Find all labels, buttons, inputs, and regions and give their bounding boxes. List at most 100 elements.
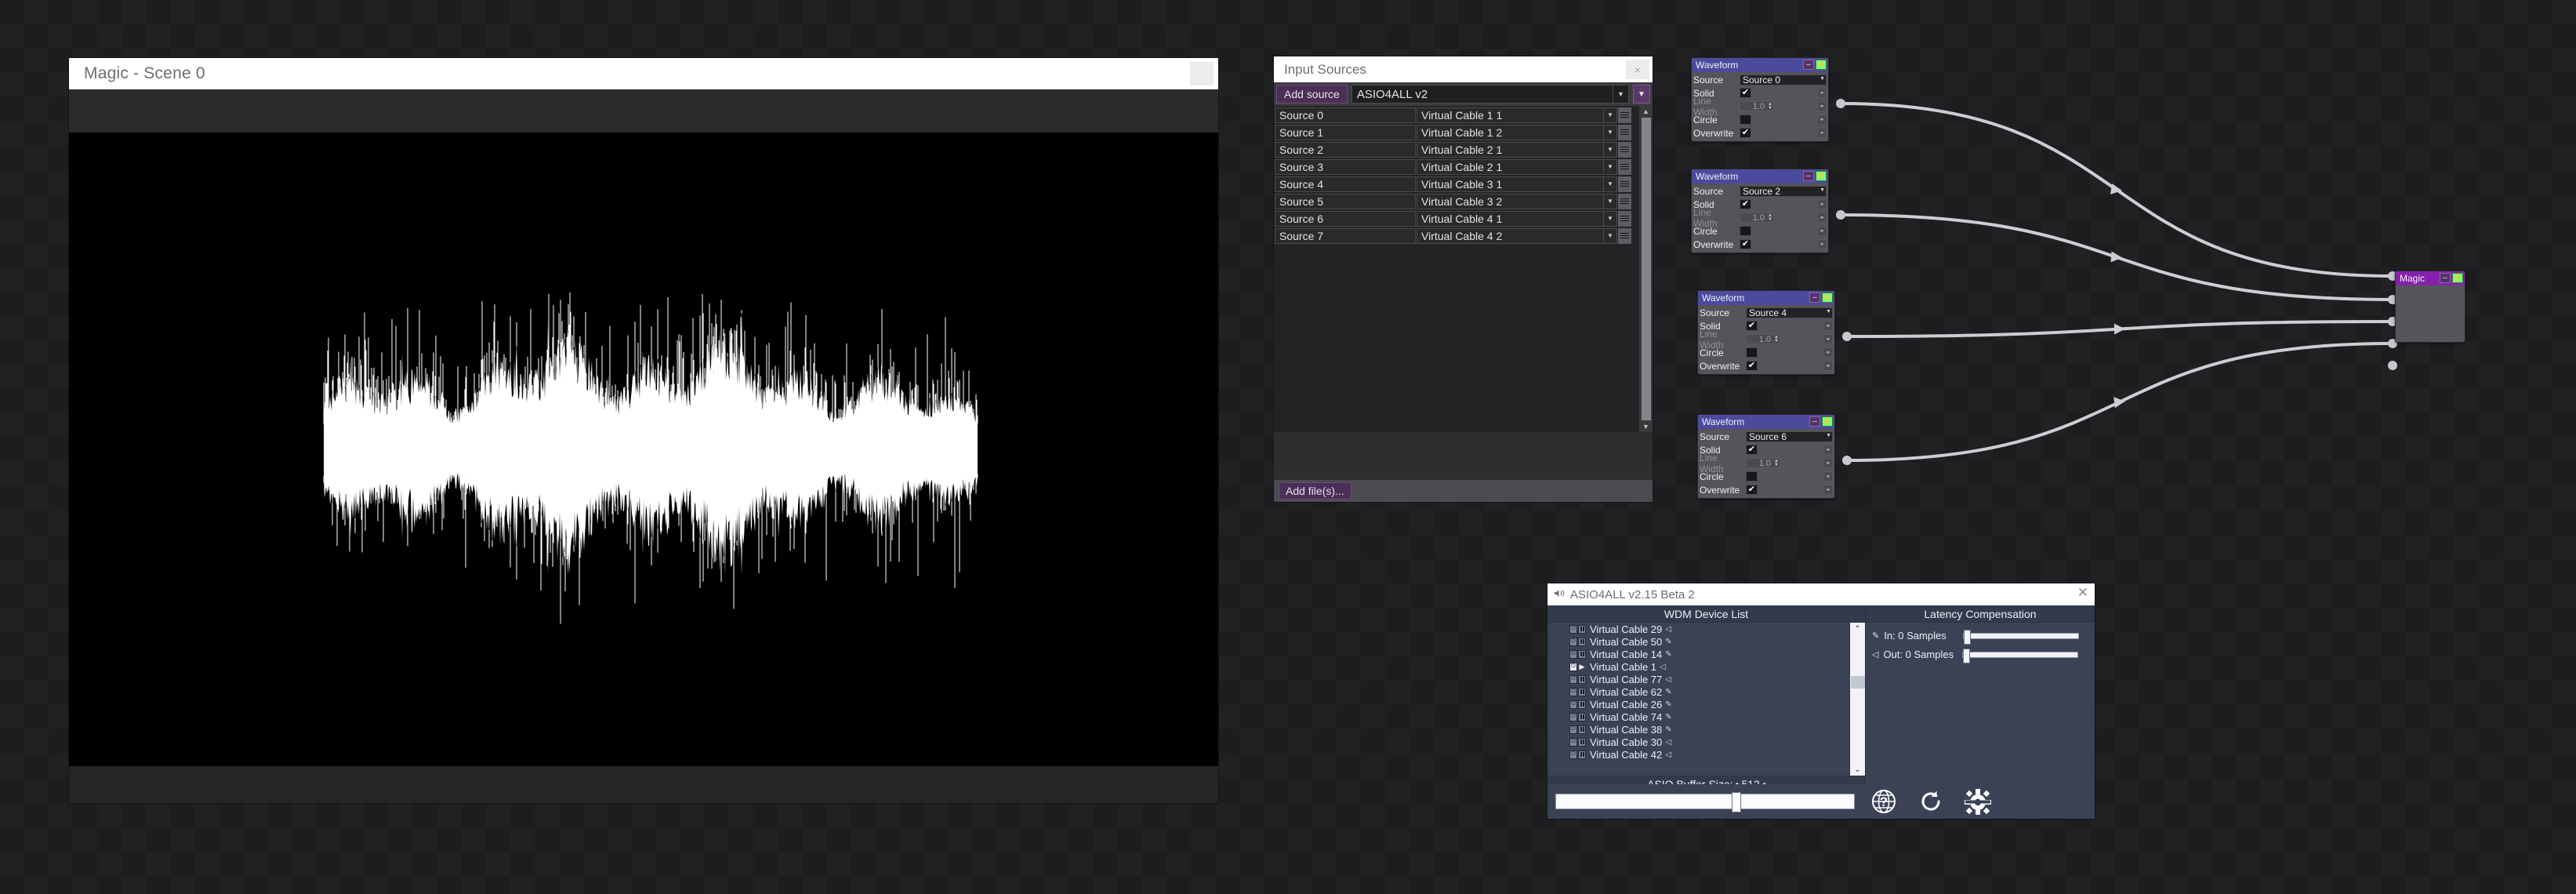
drag-handle-icon[interactable] (1618, 124, 1631, 140)
driver-config-button[interactable]: ▼ (1633, 85, 1650, 104)
link-icon[interactable]: ⚭ (1817, 226, 1827, 236)
source-select[interactable]: Source 4 ▼ (1746, 307, 1833, 318)
source-device-select[interactable]: Virtual Cable 3 2 ▼ (1417, 193, 1617, 209)
source-device-select[interactable]: Virtual Cable 2 1 ▼ (1417, 141, 1617, 158)
scrollbar-thumb[interactable] (1641, 118, 1651, 420)
wdm-device-item[interactable]: ⏻ Virtual Cable 26 ✎ (1569, 698, 1849, 710)
source-name-field[interactable]: Source 2 (1275, 141, 1416, 158)
help-globe-icon[interactable]: ? (1866, 787, 1902, 816)
link-icon[interactable]: ⚭ (1823, 471, 1833, 482)
minimize-icon[interactable]: – (1809, 293, 1820, 303)
waveform-node[interactable]: Waveform – ⚡ Source Source 4 ▼ Solid ✔ ⚭ Line Wid… (1697, 290, 1835, 375)
power-icon[interactable]: ⏻ (1569, 649, 1577, 659)
scroll-up-icon[interactable]: ⌃ (1850, 623, 1866, 635)
source-device-select[interactable]: Virtual Cable 4 2 ▼ (1417, 227, 1617, 244)
checkbox-checked[interactable]: ✔ (1746, 445, 1758, 455)
asio4all-dialog[interactable]: ASIO4ALL v2.15 Beta 2 ✕ WDM Device List … (1547, 583, 2095, 819)
node-port[interactable] (2388, 361, 2397, 370)
source-name-field[interactable]: Source 5 (1275, 193, 1416, 209)
source-name-field[interactable]: Source 1 (1275, 124, 1416, 140)
node-port[interactable] (1836, 210, 1845, 220)
minimize-icon[interactable]: – (1803, 171, 1814, 181)
checkbox-checked[interactable]: ✔ (1746, 361, 1758, 371)
slider-thumb[interactable] (1964, 629, 1972, 645)
chevron-down-icon[interactable]: ▼ (1603, 176, 1616, 191)
wdm-device-item[interactable]: ⏻ Virtual Cable 14 ✎ (1569, 648, 1849, 660)
chevron-down-icon[interactable]: ▼ (1826, 309, 1831, 314)
chevron-down-icon[interactable]: ▼ (1826, 433, 1831, 438)
node-header[interactable]: Waveform – ⚡ (1698, 415, 1834, 429)
scrollbar-thumb[interactable] (1850, 676, 1865, 689)
line-width-stepper[interactable]: 1.0 ▲ ▼ (1746, 458, 1780, 468)
drag-handle-icon[interactable] (1618, 107, 1631, 123)
checkbox-checked[interactable]: ✔ (1740, 88, 1751, 98)
advanced-gear-icon[interactable] (1960, 787, 1996, 816)
chevron-down-icon[interactable]: ▼ (1603, 228, 1616, 243)
node-port[interactable] (1836, 99, 1845, 108)
stepper-arrows-icon[interactable]: ▲ ▼ (1774, 459, 1779, 467)
magic-window-close-button[interactable] (1190, 62, 1214, 85)
power-icon[interactable]: ⏻ (1569, 750, 1577, 759)
source-row[interactable]: Source 0 Virtual Cable 1 1 ▼ (1275, 107, 1639, 123)
source-name-field[interactable]: Source 6 (1275, 210, 1416, 227)
drag-handle-icon[interactable] (1618, 193, 1631, 209)
power-icon[interactable]: ⏻ (1569, 674, 1577, 684)
node-header[interactable]: Waveform – ⚡ (1692, 58, 1828, 72)
bolt-icon[interactable]: ⚡ (1816, 60, 1827, 70)
minimize-icon[interactable]: – (1803, 60, 1814, 70)
power-icon[interactable]: ⏻ (1569, 624, 1577, 634)
checkbox-checked[interactable]: ✔ (1740, 199, 1751, 209)
link-icon[interactable]: ⚭ (1823, 361, 1833, 371)
bolt-icon[interactable]: ⚡ (1822, 416, 1833, 427)
close-icon[interactable]: × (1626, 60, 1649, 79)
close-icon[interactable]: ✕ (2077, 585, 2088, 601)
chevron-down-icon[interactable]: ▼ (1603, 159, 1616, 174)
source-row[interactable]: Source 4 Virtual Cable 3 1 ▼ (1275, 176, 1639, 192)
source-name-field[interactable]: Source 0 (1275, 107, 1416, 123)
link-icon[interactable]: ⚭ (1817, 128, 1827, 138)
source-device-select[interactable]: Virtual Cable 1 1 ▼ (1417, 107, 1617, 123)
checkbox-unchecked[interactable] (1740, 114, 1751, 125)
checkbox-checked[interactable]: ✔ (1746, 485, 1758, 495)
scroll-down-icon[interactable]: ⌄ (1850, 763, 1866, 776)
input-sources-titlebar[interactable]: Input Sources × (1274, 56, 1653, 82)
source-name-field[interactable]: Source 4 (1275, 176, 1416, 192)
drag-handle-icon[interactable] (1618, 141, 1631, 158)
checkbox-unchecked[interactable] (1746, 347, 1758, 358)
asio-dialog-titlebar[interactable]: ASIO4ALL v2.15 Beta 2 ✕ (1547, 583, 2095, 605)
link-icon[interactable]: ⚭ (1817, 199, 1827, 209)
scroll-up-icon[interactable]: ▲ (1639, 106, 1653, 117)
power-icon[interactable]: ⏻ (1569, 737, 1577, 747)
source-row[interactable]: Source 2 Virtual Cable 2 1 ▼ (1275, 141, 1639, 158)
latency-slider[interactable] (1963, 629, 2080, 645)
stepper-arrows-icon[interactable]: ▲ ▼ (1774, 335, 1779, 343)
wdm-device-item[interactable]: ⏻ Virtual Cable 30 ◁ (1569, 736, 1849, 748)
link-icon[interactable]: ⚭ (1817, 101, 1827, 111)
checkbox-checked[interactable]: ✔ (1740, 239, 1751, 249)
wdm-device-item[interactable]: ⏻ Virtual Cable 77 ◁ (1569, 673, 1849, 685)
drag-handle-icon[interactable] (1618, 210, 1631, 227)
link-icon[interactable]: ⚭ (1823, 445, 1833, 455)
source-select[interactable]: Source 6 ▼ (1746, 431, 1833, 442)
link-icon[interactable]: ⚭ (1817, 88, 1827, 98)
link-icon[interactable]: ⚭ (1817, 239, 1827, 249)
magic-render-canvas[interactable] (69, 133, 1218, 766)
drag-handle-icon[interactable] (1618, 176, 1631, 192)
source-device-select[interactable]: Virtual Cable 1 2 ▼ (1417, 124, 1617, 140)
line-width-stepper[interactable]: 1.0 ▲ ▼ (1740, 101, 1774, 111)
chevron-down-icon[interactable]: ▼ (1820, 76, 1825, 82)
link-icon[interactable]: ⚭ (1823, 458, 1833, 468)
node-cable[interactable] (1846, 320, 2393, 338)
power-icon[interactable]: ⏻ (1569, 662, 1577, 671)
node-header[interactable]: Waveform – ⚡ (1692, 169, 1828, 184)
link-icon[interactable]: ⚭ (1823, 321, 1833, 331)
wdm-device-item[interactable]: ⏻ Virtual Cable 42 ◁ (1569, 748, 1849, 761)
power-icon[interactable]: ⏻ (1569, 637, 1577, 646)
node-header[interactable]: Waveform – ⚡ (1698, 291, 1834, 305)
wdm-device-item[interactable]: ⏻ Virtual Cable 38 ✎ (1569, 723, 1849, 736)
chevron-down-icon[interactable]: ▼ (1820, 187, 1825, 193)
asio-buffer-size-slider[interactable] (1555, 792, 1855, 812)
link-icon[interactable]: ⚭ (1823, 347, 1833, 358)
source-device-select[interactable]: Virtual Cable 4 1 ▼ (1417, 210, 1617, 227)
checkbox-checked[interactable]: ✔ (1746, 321, 1758, 331)
